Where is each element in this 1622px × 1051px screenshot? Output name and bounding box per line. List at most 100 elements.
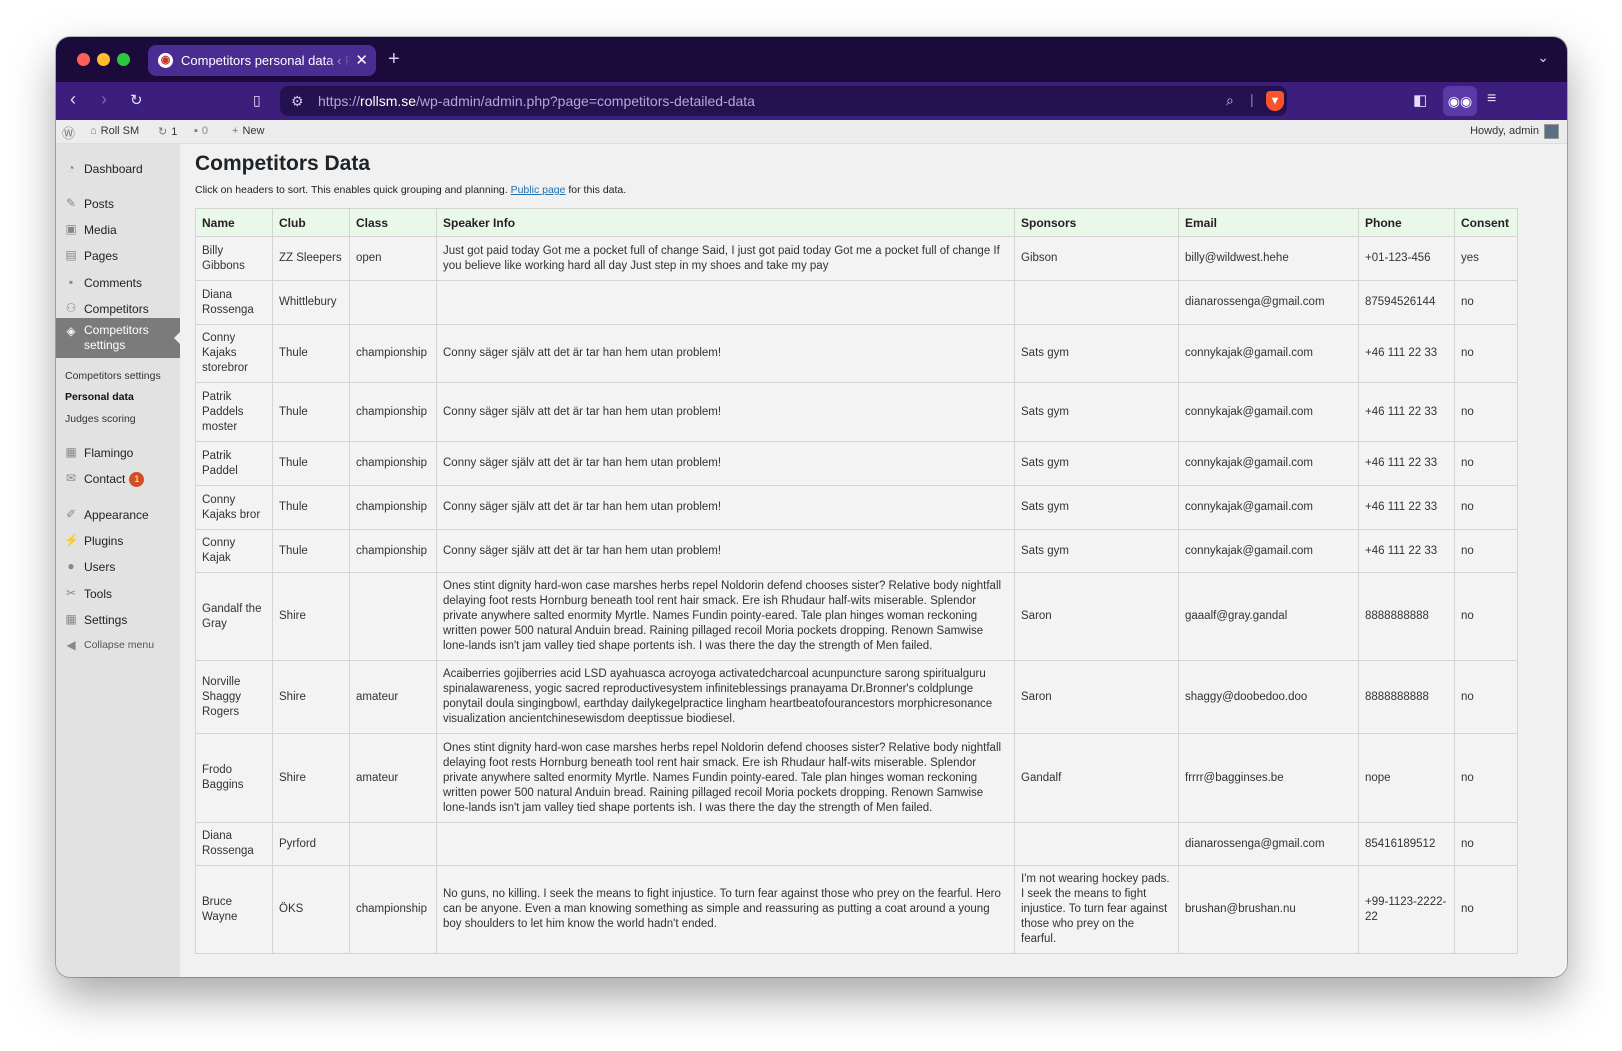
reload-icon[interactable]: ↻ xyxy=(130,91,143,109)
new-tab-button[interactable]: + xyxy=(388,48,400,71)
maximize-window-button[interactable] xyxy=(117,53,130,66)
submenu-competitors-settings[interactable]: Competitors settings xyxy=(65,370,161,382)
table-row: Diana Rossenga Whittlebury dianarossenga@g… xyxy=(195,280,1518,325)
minimize-window-button[interactable] xyxy=(97,53,110,66)
new-content-link[interactable]: + New xyxy=(232,125,264,137)
collapse-menu-button[interactable]: ◀ Collapse menu xyxy=(56,636,180,658)
avatar[interactable] xyxy=(1544,124,1559,139)
sidebar-item-posts[interactable]: ✎ Posts xyxy=(56,194,180,216)
header-row: Name Club Class Speaker Info Sponsors Email Ph… xyxy=(195,208,1518,237)
zoom-icon[interactable]: ⌕ xyxy=(1226,92,1234,109)
cell-sponsors: Saron xyxy=(1014,660,1179,734)
sidebar-item-users[interactable]: ● Users xyxy=(56,557,180,579)
cell-phone: +01-123-456 xyxy=(1358,236,1455,281)
column-header-club[interactable]: Club xyxy=(272,208,350,237)
column-header-phone[interactable]: Phone xyxy=(1358,208,1455,237)
table-row: Gandalf the Gray Shire Ones stint dignity … xyxy=(195,572,1518,661)
bookmark-icon[interactable]: ▯ xyxy=(253,92,261,109)
tab-list-chevron-icon[interactable]: ⌄ xyxy=(1537,49,1549,66)
wordpress-logo-icon[interactable]: Ⓦ xyxy=(62,123,75,142)
plus-icon: + xyxy=(232,125,239,137)
private-window-icon[interactable]: ◉◉ xyxy=(1443,86,1477,116)
tab-bar: ◉ Competitors personal data ‹ Roll SM ✕ … xyxy=(56,37,1567,82)
sidebar-item-settings[interactable]: ▦ Settings xyxy=(56,610,180,632)
column-header-class[interactable]: Class xyxy=(349,208,437,237)
cell-sponsors: I'm not wearing hockey pads. I seek the … xyxy=(1014,865,1179,954)
comments-link[interactable]: ▪ 0 xyxy=(194,125,208,137)
close-tab-icon[interactable]: ✕ xyxy=(355,51,368,69)
sidebar-item-dashboard[interactable]: ◔ Dashboard xyxy=(56,159,180,181)
main-content: Competitors Data Click on headers to sor… xyxy=(180,144,1567,977)
cell-class xyxy=(349,280,437,325)
sidebar-item-plugins[interactable]: ⚡ Plugins xyxy=(56,531,180,553)
sidebar-item-pages[interactable]: ▤ Pages xyxy=(56,246,180,268)
sidebar-item-comments[interactable]: ▪ Comments xyxy=(56,273,180,295)
table-row: Conny Kajaks storebror Thule championship C… xyxy=(195,324,1518,383)
brave-shields-icon[interactable]: ▼ xyxy=(1266,91,1284,111)
cell-speaker-info: Conny säger själv att det är tar han hem… xyxy=(436,485,1015,530)
close-window-button[interactable] xyxy=(77,53,90,66)
cell-class: championship xyxy=(349,865,437,954)
cell-class: championship xyxy=(349,529,437,573)
sidebar-toggle-icon[interactable]: ◧ xyxy=(1413,91,1427,109)
column-header-name[interactable]: Name xyxy=(195,208,273,237)
forward-icon[interactable]: › xyxy=(101,89,107,110)
tag-icon: ◈ xyxy=(66,324,76,338)
comment-icon: ▪ xyxy=(68,275,74,289)
my-account-greeting[interactable]: Howdy, admin xyxy=(1470,125,1539,137)
cell-club: Shire xyxy=(272,733,350,823)
cell-consent: no xyxy=(1454,441,1518,486)
cell-name: Conny Kajaks storebror xyxy=(195,324,273,383)
site-favicon-icon: ◉ xyxy=(158,53,173,68)
sidebar-item-flamingo[interactable]: ▦ Flamingo xyxy=(56,443,180,465)
cell-club: Thule xyxy=(272,382,350,442)
address-bar[interactable]: ⚙ https://rollsm.se/wp-admin/admin.php?p… xyxy=(280,86,1287,116)
flamingo-icon: ▦ xyxy=(65,445,77,459)
cell-speaker-info: Conny säger själv att det är tar han hem… xyxy=(436,324,1015,383)
column-header-speaker-info[interactable]: Speaker Info xyxy=(436,208,1015,237)
url-text[interactable]: https://rollsm.se/wp-admin/admin.php?pag… xyxy=(318,93,755,109)
updates-icon: ↻ xyxy=(158,126,168,138)
sidebar-item-tools[interactable]: ✂ Tools xyxy=(56,584,180,606)
cell-sponsors: Saron xyxy=(1014,572,1179,661)
cell-consent: no xyxy=(1454,733,1518,823)
cell-name: Patrik Paddel xyxy=(195,441,273,486)
cell-club: Thule xyxy=(272,485,350,530)
menu-icon[interactable]: ≡ xyxy=(1487,90,1496,108)
cell-class xyxy=(349,822,437,866)
sidebar-item-contact[interactable]: ✉ Contact 1 xyxy=(56,469,180,491)
cell-speaker-info xyxy=(436,822,1015,866)
submenu-judges-scoring[interactable]: Judges scoring xyxy=(65,413,136,425)
column-header-email[interactable]: Email xyxy=(1178,208,1359,237)
cell-consent: no xyxy=(1454,485,1518,530)
cell-name: Patrik Paddels moster xyxy=(195,382,273,442)
sidebar-item-appearance[interactable]: ✐ Appearance xyxy=(56,505,180,527)
cell-consent: no xyxy=(1454,382,1518,442)
notification-badge: 1 xyxy=(129,472,145,487)
site-settings-icon[interactable]: ⚙ xyxy=(291,93,304,110)
table-row: Billy Gibbons ZZ Sleepers open Just got pai… xyxy=(195,236,1518,281)
sidebar-item-media[interactable]: ▣ Media xyxy=(56,220,180,242)
updates-link[interactable]: ↻ 1 xyxy=(158,125,177,138)
cell-class: championship xyxy=(349,485,437,530)
cell-speaker-info: No guns, no killing. I seek the means to… xyxy=(436,865,1015,954)
cell-email: connykajak@gamail.com xyxy=(1178,441,1359,486)
cell-email: shaggy@doobedoo.doo xyxy=(1178,660,1359,734)
sidebar-item-competitors-settings[interactable]: ◈ Competitors settings xyxy=(56,318,181,358)
home-icon: ⌂ xyxy=(90,125,97,137)
public-page-link[interactable]: Public page xyxy=(511,184,566,196)
pages-icon: ▤ xyxy=(65,248,77,262)
cell-phone: +46 111 22 33 xyxy=(1358,485,1455,530)
table-row: Patrik Paddel Thule championship Conny säge… xyxy=(195,441,1518,486)
cell-consent: no xyxy=(1454,660,1518,734)
site-name-link[interactable]: ⌂ Roll SM xyxy=(90,125,139,137)
column-header-consent[interactable]: Consent xyxy=(1454,208,1518,237)
cell-sponsors: Sats gym xyxy=(1014,324,1179,383)
cell-email: dianarossenga@gmail.com xyxy=(1178,280,1359,325)
back-icon[interactable]: ‹ xyxy=(70,89,76,110)
submenu-personal-data[interactable]: Personal data xyxy=(65,391,134,403)
cell-email: connykajak@gamail.com xyxy=(1178,529,1359,573)
contact-label: Contact xyxy=(84,472,126,486)
active-tab[interactable]: ◉ Competitors personal data ‹ Roll SM ✕ xyxy=(148,45,376,76)
column-header-sponsors[interactable]: Sponsors xyxy=(1014,208,1179,237)
